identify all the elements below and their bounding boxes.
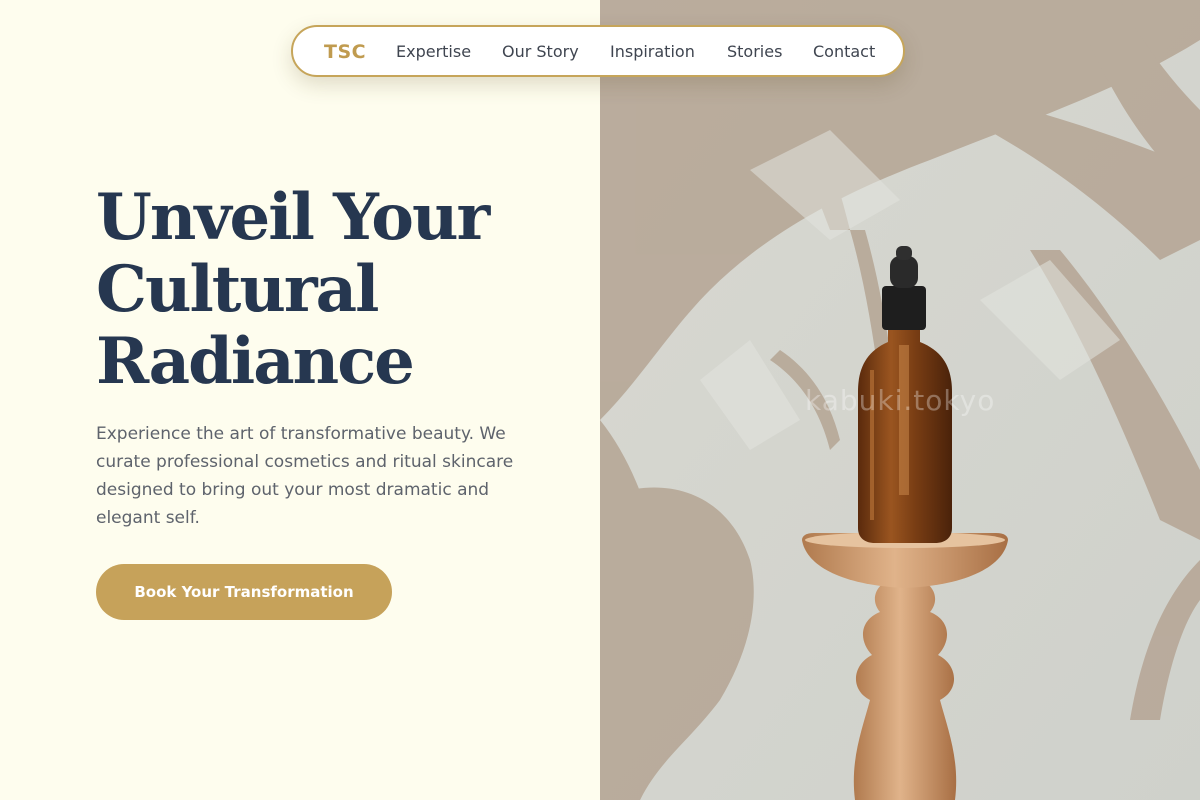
photo-watermark: kabuki.tokyo (805, 384, 996, 417)
nav-link-expertise[interactable]: Expertise (396, 42, 471, 62)
hero-description: Experience the art of transformative bea… (96, 424, 514, 528)
hero-headline: Unveil Your Cultural Radiance (96, 182, 576, 398)
nav-link-our-story[interactable]: Our Story (502, 42, 579, 62)
nav-link-contact[interactable]: Contact (813, 42, 875, 62)
nav-link-stories[interactable]: Stories (727, 42, 782, 62)
book-transformation-button[interactable]: Book Your Transformation (96, 564, 392, 620)
brand-logo[interactable]: TSC (324, 40, 366, 64)
headline-line: Unveil Your (96, 180, 490, 255)
nav-link-inspiration[interactable]: Inspiration (610, 42, 695, 62)
headline-line: Radiance (96, 324, 415, 399)
hero-left-panel (0, 0, 600, 800)
headline-line: Cultural (96, 252, 379, 327)
hero-image-panel: kabuki.tokyo (600, 0, 1200, 800)
top-navigation: TSC Expertise Our Story Inspiration Stor… (291, 25, 905, 77)
